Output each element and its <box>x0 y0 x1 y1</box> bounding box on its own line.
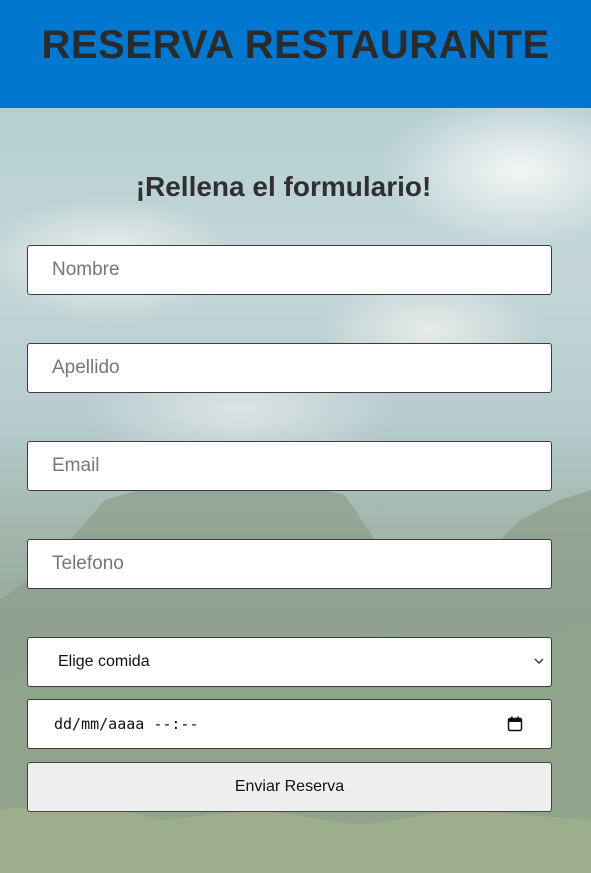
telefono-input[interactable] <box>27 539 552 589</box>
submit-button-label: Enviar Reserva <box>234 778 345 795</box>
apellido-input[interactable] <box>27 343 552 393</box>
calendar-icon[interactable] <box>507 716 523 732</box>
comida-select-value: Elige comida <box>58 653 150 670</box>
email-input[interactable] <box>27 441 552 491</box>
page-header: RESERVA RESTAURANTE <box>0 0 591 108</box>
form-heading: ¡Rellena el formulario! <box>135 171 432 202</box>
nombre-input[interactable] <box>27 245 552 295</box>
page-title: RESERVA RESTAURANTE <box>41 22 550 67</box>
comida-select[interactable]: Elige comida <box>27 637 552 687</box>
submit-button[interactable]: Enviar Reserva <box>27 762 552 812</box>
datetime-input[interactable]: dd/mm/aaaa --:-- <box>27 699 552 749</box>
chevron-down-icon <box>534 658 544 664</box>
datetime-value: dd/mm/aaaa --:-- <box>54 715 199 733</box>
